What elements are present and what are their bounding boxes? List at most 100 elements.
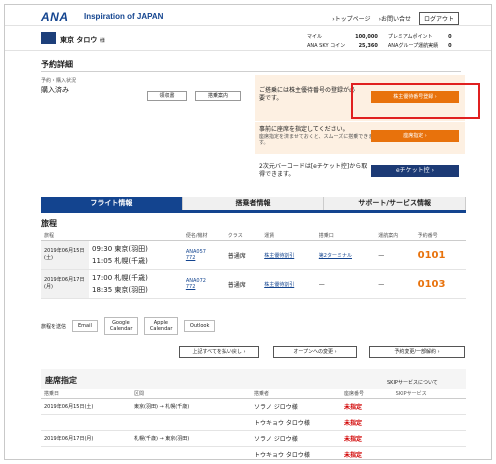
tab-support-info[interactable]: サポート/サービス情報 [324, 197, 467, 210]
col-seat-number: 座席番号 [341, 389, 393, 399]
seat-status: 未指定 [341, 398, 393, 415]
logout-button[interactable]: ログアウト [418, 12, 459, 25]
seat-selection-title: 座席指定 [45, 376, 77, 385]
col-times [89, 231, 183, 241]
departure-place: 札幌(千歳) [114, 274, 148, 282]
passenger-name: トウキョウ タロウ様 [251, 446, 341, 459]
status-label: 予約・購入状況 [41, 78, 77, 84]
select-seat-button[interactable]: 座席指定 [371, 130, 459, 142]
premium-points-value: 0 [448, 34, 452, 40]
seat-date: 2019年06月15日(土) [41, 398, 131, 415]
change-reservation-button[interactable]: 予約変更/一部解約 [369, 346, 465, 358]
seat-date [41, 446, 131, 459]
member-name: 東京 タロウ 様 [60, 35, 105, 45]
seat-date [41, 414, 131, 431]
top-page-link[interactable]: トップページ [332, 14, 371, 23]
eticket-row: 2次元バーコードは[eチケット控]から取得できます。 eチケット控 [255, 159, 465, 185]
col-fare: 運賃 [261, 231, 316, 241]
skip-status [392, 398, 466, 415]
arrival-place: 東京(羽田) [114, 286, 148, 294]
tab-passenger-info[interactable]: 搭乗者情報 [182, 197, 325, 210]
sky-coin-value: 25,360 [358, 43, 378, 49]
member-card-icon [41, 32, 56, 44]
col-boarding-date: 搭乗日 [41, 389, 131, 399]
reservation-number: 0101 [414, 240, 466, 270]
seat-prompt-message: 事前に座席を指定してください。 [259, 126, 349, 133]
col-passenger: 搭乗者 [251, 389, 341, 399]
col-class: クラス [224, 231, 262, 241]
send-itinerary-label: 旅程を送信 [41, 323, 67, 330]
fare-type-link[interactable]: 株主優待割引 [261, 269, 316, 299]
shareholder-message: ご搭乗には株主優待番号の登録が必要です。 [259, 87, 356, 102]
seat-status: 未指定 [341, 446, 393, 459]
boarding-guide-button[interactable]: 搭乗案内 [195, 91, 241, 101]
seat-status: 未指定 [341, 430, 393, 447]
passenger-name: トウキョウ タロウ様 [251, 414, 341, 431]
col-flight: 便名/機材 [182, 231, 225, 241]
departure-place: 東京(羽田) [114, 245, 148, 253]
ana-logo[interactable]: ANA [41, 10, 69, 24]
contact-link[interactable]: お問い合せ [379, 14, 411, 23]
arrival: 11:05 札幌(千歳) [92, 255, 180, 267]
departure-time: 09:30 [92, 245, 113, 253]
skip-status [392, 414, 466, 431]
table-row: 2019年06月15日(土) 東京(羽田) → 札幌(千歳) ソラノ ジロウ様 … [41, 398, 466, 415]
flight-times: 17:00 札幌(千歳) 18:35 東京(羽田) [89, 269, 183, 299]
browser-frame: ANA Inspiration of JAPAN トップページ お問い合せ ログ… [4, 4, 492, 460]
col-itinerary: 旅程 [41, 231, 89, 241]
member-bar: 東京 タロウ 様 マイル 100,000 プレミアムポイント 0 ANA SKY… [5, 27, 491, 51]
flight-date: 2019年06月17日(月) [41, 269, 89, 299]
seat-status: 未指定 [341, 414, 393, 431]
flight-number: ANA057 772 [182, 240, 225, 270]
email-button[interactable]: Email [72, 320, 98, 332]
col-skip-service: SKIPサービス [392, 389, 466, 399]
highlight-box [351, 83, 480, 119]
reservation-number: 0103 [414, 269, 466, 299]
flight-times: 09:30 東京(羽田) 11:05 札幌(千歳) [89, 240, 183, 270]
table-row: 2019年06月17日(月) 17:00 札幌(千歳) 18:35 東京(羽田)… [41, 269, 466, 299]
passenger-name: ソラノ ジロウ様 [251, 430, 341, 447]
departure: 09:30 東京(羽田) [92, 243, 180, 255]
receipt-button[interactable]: 領収書 [147, 91, 187, 101]
flight-number: ANA072 772 [182, 269, 225, 299]
arrival-time: 11:05 [92, 257, 113, 265]
flight-class: 普通席 [224, 240, 262, 270]
col-reservation: 予約番号 [414, 231, 466, 241]
seat-prompt-row: 事前に座席を指定してください。 座席指定を済ませておくと、スムーズに搭乗できます… [255, 122, 465, 154]
eticket-message: 2次元バーコードは[eチケット控]から取得できます。 [259, 163, 368, 178]
skip-service-link[interactable]: SKIPサービスについて [387, 379, 438, 386]
gate-link[interactable]: 第2ターミナル [315, 240, 376, 270]
apple-calendar-button[interactable]: Apple Calendar [143, 317, 178, 335]
outlook-button[interactable]: Outlook [183, 320, 216, 332]
flight-class: 普通席 [224, 269, 262, 299]
table-row: 2019年06月17日(月) 札幌(千歳) → 東京(羽田) ソラノ ジロウ様 … [41, 430, 466, 447]
header-links: トップページ お問い合せ ログアウト [332, 12, 459, 25]
arrival: 18:35 東京(羽田) [92, 284, 180, 296]
departure: 17:00 札幌(千歳) [92, 272, 180, 284]
change-to-open-button[interactable]: オープンへの変更 [273, 346, 357, 358]
aircraft-link[interactable]: 772 [186, 284, 222, 290]
seat-route: 東京(羽田) → 札幌(千歳) [131, 398, 251, 415]
table-row: トウキョウ タロウ様 未指定 [41, 446, 466, 459]
member-name-text: 東京 タロウ [60, 36, 98, 44]
itinerary-table: 旅程 便名/機材 クラス 運賃 搭乗口 運航案内 予約番号 2019年06月15… [41, 231, 466, 299]
refund-all-button[interactable]: 上記すべてを払い戻し [179, 346, 259, 358]
flight-date: 2019年06月15日(土) [41, 240, 89, 270]
fare-type-link[interactable]: 株主優待割引 [261, 240, 316, 270]
seat-route [131, 446, 251, 459]
tab-flight-info[interactable]: フライト情報 [41, 197, 183, 210]
table-row: トウキョウ タロウ様 未指定 [41, 414, 466, 431]
sky-coin-label: ANA SKY コイン [307, 43, 346, 49]
aircraft-link[interactable]: 772 [186, 255, 222, 261]
col-route: 区間 [131, 389, 251, 399]
seat-header: 搭乗日 区間 搭乗者 座席番号 SKIPサービス [41, 389, 466, 399]
eticket-button[interactable]: eチケット控 [371, 165, 459, 177]
passenger-name: ソラノ ジロウ様 [251, 398, 341, 415]
arrival-place: 札幌(千歳) [114, 257, 148, 265]
detail-tabs: フライト情報 搭乗者情報 サポート/サービス情報 [41, 197, 467, 213]
ops-info: — [375, 269, 415, 299]
google-calendar-button[interactable]: Google Calendar [103, 317, 138, 335]
departure-time: 17:00 [92, 274, 113, 282]
group-flights-label: ANAグループ運航実績 [387, 43, 439, 49]
skip-status [392, 430, 466, 447]
